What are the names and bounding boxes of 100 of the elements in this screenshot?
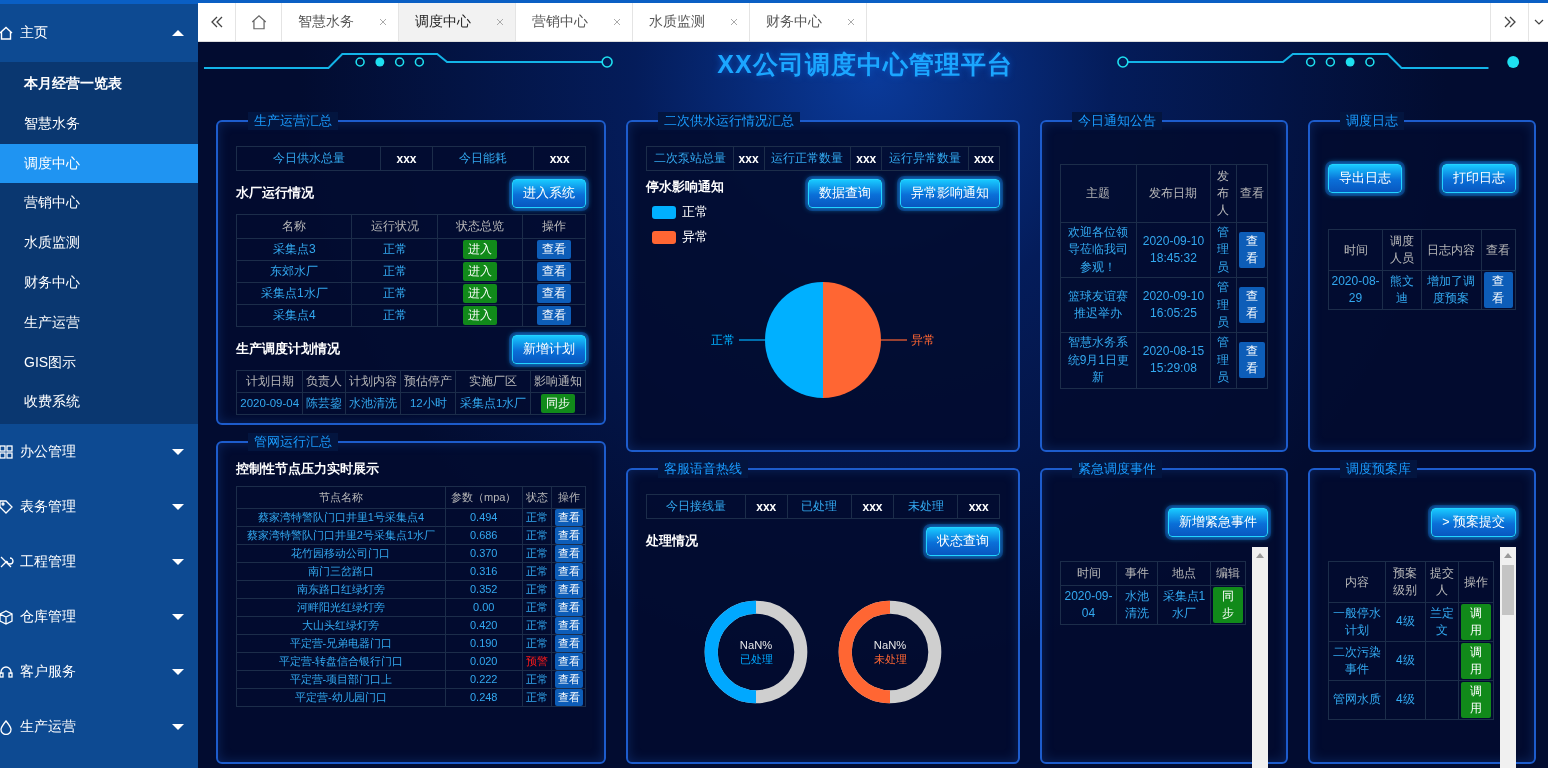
table-cell: 二次污染事件 bbox=[1328, 641, 1386, 681]
tab[interactable]: 水质监测 bbox=[633, 3, 750, 41]
enter-button[interactable]: 进入 bbox=[463, 262, 497, 281]
column-header: 参数（mpa） bbox=[445, 486, 523, 509]
leader-line bbox=[880, 339, 908, 341]
view-button[interactable]: 查看 bbox=[554, 563, 583, 580]
summary-value: xxx bbox=[533, 146, 586, 171]
apply-button[interactable]: 调用 bbox=[1461, 643, 1491, 679]
view-button[interactable]: 查看 bbox=[554, 527, 583, 544]
summary-label: 已处理 bbox=[787, 494, 852, 519]
view-button[interactable]: 查看 bbox=[554, 599, 583, 616]
enter-button[interactable]: 进入 bbox=[463, 240, 497, 259]
table-cell: 蔡家湾特警队门口井里1号采集点4 bbox=[236, 508, 446, 527]
table-cell: 大山头红绿灯旁 bbox=[236, 616, 446, 635]
menu-item[interactable]: 收费系统 bbox=[0, 382, 198, 423]
apply-button[interactable]: 调用 bbox=[1461, 682, 1491, 718]
tab[interactable]: 财务中心 bbox=[750, 3, 867, 41]
table-cell: 2020-08-15 15:29:08 bbox=[1136, 332, 1211, 388]
table-cell: 0.00 bbox=[445, 598, 523, 617]
view-button[interactable]: 查看 bbox=[537, 262, 572, 281]
panel-title: 紧急调度事件 bbox=[1072, 460, 1162, 478]
view-button[interactable]: 查看 bbox=[554, 653, 583, 670]
summary-value: xxx bbox=[957, 494, 1000, 519]
table-cell: 0.020 bbox=[445, 652, 523, 671]
notify-button[interactable]: 异常影响通知 bbox=[900, 179, 1000, 208]
status-cell: 正常 bbox=[522, 688, 552, 707]
view-button[interactable]: 查看 bbox=[1483, 272, 1513, 308]
close-icon[interactable] bbox=[729, 17, 739, 27]
menu-item[interactable]: 生产运营 bbox=[0, 302, 198, 343]
view-button[interactable]: 查看 bbox=[554, 617, 583, 634]
status-cell: 正常 bbox=[522, 580, 552, 599]
legend-label: 异常 bbox=[682, 229, 708, 246]
add-plan-button[interactable]: 新增计划 bbox=[512, 335, 586, 364]
table-cell: 一般停水计划 bbox=[1328, 602, 1386, 642]
headset-icon bbox=[0, 663, 14, 680]
close-icon[interactable] bbox=[378, 17, 388, 27]
menu-item[interactable]: 财务中心 bbox=[0, 263, 198, 303]
menu-item[interactable]: 智慧水务 bbox=[0, 103, 198, 144]
tab[interactable]: 调度中心 bbox=[399, 3, 516, 41]
enter-button[interactable]: 进入 bbox=[463, 284, 497, 303]
view-button[interactable]: 查看 bbox=[537, 240, 572, 259]
apply-button[interactable]: 调用 bbox=[1461, 604, 1491, 640]
view-button[interactable]: 查看 bbox=[1238, 287, 1265, 324]
print-log-button[interactable]: 打印日志 bbox=[1442, 164, 1516, 193]
close-icon[interactable] bbox=[612, 17, 622, 27]
sync-button[interactable]: 同步 bbox=[1213, 587, 1243, 623]
table-cell: 2020-09-10 16:05:25 bbox=[1136, 277, 1211, 333]
scrollbar[interactable] bbox=[1252, 547, 1268, 768]
view-button[interactable]: 查看 bbox=[554, 671, 583, 688]
table-cell: 蔡家湾特警队门口井里2号采集点1水厂 bbox=[236, 526, 446, 545]
column-header: 状态总览 bbox=[437, 214, 523, 239]
close-icon[interactable] bbox=[495, 17, 505, 27]
view-button[interactable]: 查看 bbox=[1238, 232, 1265, 269]
view-button[interactable]: 查看 bbox=[554, 509, 583, 526]
view-button[interactable]: 查看 bbox=[554, 689, 583, 706]
enter-system-button[interactable]: 进入系统 bbox=[512, 179, 586, 208]
tab[interactable]: 营销中心 bbox=[516, 3, 633, 41]
page-title: XX公司调度中心管理平台 bbox=[717, 49, 1013, 80]
view-button[interactable]: 查看 bbox=[537, 284, 572, 303]
table-cell: 正常 bbox=[351, 304, 438, 327]
add-event-button[interactable]: 新增紧急事件 bbox=[1168, 508, 1268, 537]
section-heading: 控制性节点压力实时展示 bbox=[236, 461, 379, 478]
status-query-button[interactable]: 状态查询 bbox=[926, 527, 1000, 556]
menu-item[interactable]: 本月经营一览表 bbox=[0, 64, 198, 104]
enter-button[interactable]: 进入 bbox=[463, 306, 497, 325]
percent-value: NaN% bbox=[873, 639, 907, 652]
status-cell: 正常 bbox=[522, 544, 552, 563]
legend-label: 正常 bbox=[682, 204, 708, 221]
caret-icon bbox=[172, 503, 184, 510]
column-header: 负责人 bbox=[302, 370, 346, 393]
view-button[interactable]: 查看 bbox=[554, 581, 583, 598]
panel-title: 今日通知公告 bbox=[1072, 112, 1162, 130]
sync-button[interactable]: 同步 bbox=[540, 394, 575, 413]
status-cell: 正常 bbox=[522, 562, 552, 581]
table-cell: 兰定文 bbox=[1425, 602, 1459, 642]
close-icon[interactable] bbox=[846, 17, 856, 27]
table-cell: 12小时 bbox=[400, 392, 456, 415]
panel-title: 客服语音热线 bbox=[658, 460, 748, 478]
view-button[interactable]: 查看 bbox=[554, 545, 583, 562]
caret-icon bbox=[172, 723, 184, 730]
menu-item[interactable]: 水质监测 bbox=[0, 223, 198, 263]
table-cell: 正常 bbox=[351, 238, 438, 261]
scrollbar[interactable] bbox=[1500, 547, 1516, 768]
view-button[interactable]: 查看 bbox=[1238, 342, 1265, 379]
summary-label: 今日接线量 bbox=[646, 494, 746, 519]
table-cell: 0.248 bbox=[445, 688, 523, 707]
column-header: 日志内容 bbox=[1421, 229, 1482, 271]
menu-item[interactable]: 营销中心 bbox=[0, 183, 198, 224]
export-log-button[interactable]: 导出日志 bbox=[1328, 164, 1402, 193]
menu-item[interactable]: GIS图示 bbox=[0, 342, 198, 383]
section-heading: 处理情况 bbox=[646, 533, 698, 550]
table-cell: 4级 bbox=[1385, 602, 1426, 642]
view-button[interactable]: 查看 bbox=[554, 635, 583, 652]
table-cell: 平定营-项目部门口上 bbox=[236, 670, 446, 689]
submit-plan-button[interactable]: > 预案提交 bbox=[1431, 508, 1516, 537]
view-button[interactable]: 查看 bbox=[537, 306, 572, 325]
table-cell: 南门三岔路口 bbox=[236, 562, 446, 581]
status-cell: 正常 bbox=[522, 670, 552, 689]
column-header: 名称 bbox=[236, 214, 352, 239]
data-query-button[interactable]: 数据查询 bbox=[808, 179, 882, 208]
